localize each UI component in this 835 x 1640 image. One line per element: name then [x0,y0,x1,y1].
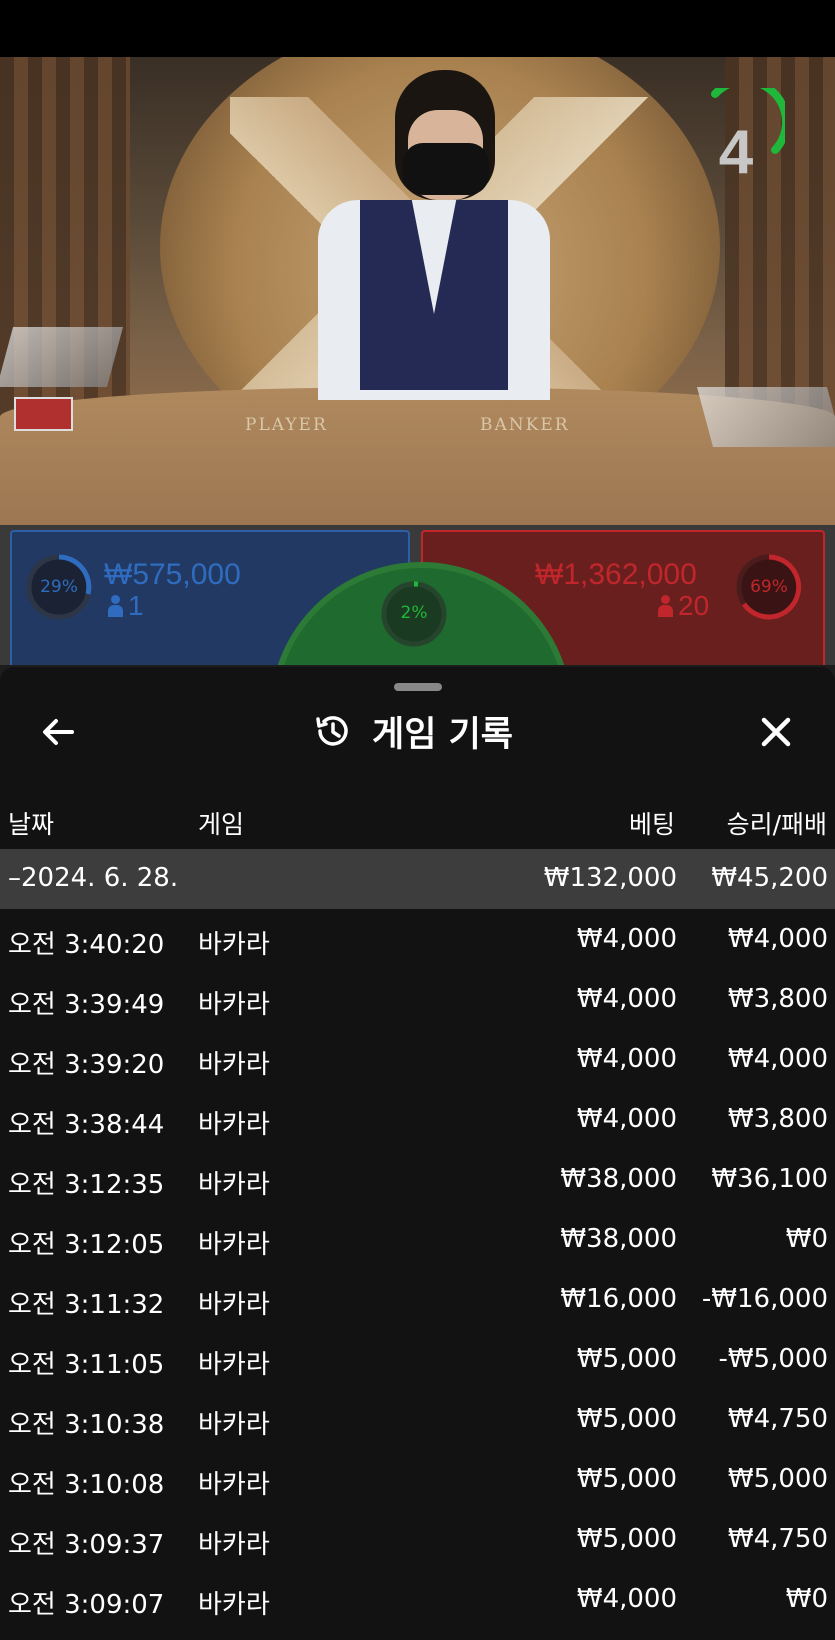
history-row[interactable]: 오전 3:39:49 바카라 ₩4,000 ₩3,800 [0,970,835,1030]
history-row[interactable]: 오전 3:40:20 바카라 ₩4,000 ₩4,000 [0,910,835,970]
column-header-result: 승리/패배 [726,810,827,839]
person-icon [658,595,673,617]
history-row[interactable]: 오전 3:09:37 바카라 ₩5,000 ₩4,750 [0,1510,835,1570]
history-time: 오전 3:38:44 [8,1110,165,1140]
table-label-banker: BANKER [480,415,570,435]
history-game: 바카라 [198,930,270,960]
history-result: ₩4,750 [727,1524,828,1554]
history-time: 오전 3:12:05 [8,1230,165,1260]
column-header-game: 게임 [198,810,245,839]
history-time: 오전 3:39:49 [8,990,165,1020]
history-bet: ₩16,000 [560,1284,677,1314]
history-time: 오전 3:10:38 [8,1410,165,1440]
close-icon[interactable] [756,712,796,752]
player-percent: 29% [40,577,78,597]
history-time: 오전 3:39:20 [8,1050,165,1080]
history-bet: ₩38,000 [560,1164,677,1194]
arrow-left-icon[interactable] [38,712,78,752]
history-game: 바카라 [198,1590,270,1620]
history-result: ₩0 [785,1584,828,1614]
history-time: 오전 3:11:05 [8,1350,165,1380]
history-game: 바카라 [198,1110,270,1140]
history-game: 바카라 [198,1290,270,1320]
history-game: 바카라 [198,1530,270,1560]
sheet-header: 게임 기록 [312,706,513,756]
history-result: ₩4,000 [727,1044,828,1074]
history-row[interactable]: 오전 3:12:05 바카라 ₩38,000 ₩0 [0,1210,835,1270]
history-time: 오전 3:09:07 [8,1590,165,1620]
history-row[interactable]: 오전 3:12:35 바카라 ₩38,000 ₩36,100 [0,1150,835,1210]
history-game: 바카라 [198,1470,270,1500]
countdown-timer: 4 [718,118,754,187]
banker-bettor-count: 20 [658,590,709,622]
history-game: 바카라 [198,1350,270,1380]
sheet-drag-handle[interactable] [394,683,442,691]
history-time: 오전 3:11:32 [8,1290,165,1320]
history-bet: ₩4,000 [576,1104,677,1134]
history-result: ₩4,750 [727,1404,828,1434]
column-header-date: 날짜 [8,810,55,839]
history-row[interactable]: 오전 3:10:08 바카라 ₩5,000 ₩5,000 [0,1450,835,1510]
history-bet: ₩4,000 [576,924,677,954]
history-bet: ₩5,000 [576,1464,677,1494]
history-bet: ₩38,000 [560,1224,677,1254]
history-game: 바카라 [198,1170,270,1200]
history-bet: ₩4,000 [576,1044,677,1074]
history-row[interactable]: 오전 3:10:38 바카라 ₩5,000 ₩4,750 [0,1390,835,1450]
date-group-row[interactable]: –2024. 6. 28. ₩132,000 ₩45,200 [0,849,835,909]
date-group-bet-total: ₩132,000 [543,863,677,893]
tie-percent: 2% [400,603,428,623]
history-row[interactable]: 오전 3:38:44 바카라 ₩4,000 ₩3,800 [0,1090,835,1150]
history-bet: ₩4,000 [576,1584,677,1614]
history-time: 오전 3:10:08 [8,1470,165,1500]
history-row[interactable]: 오전 3:11:05 바카라 ₩5,000 -₩5,000 [0,1330,835,1390]
player-total-amount: ₩575,000 [104,558,241,591]
history-bet: ₩5,000 [576,1524,677,1554]
history-row[interactable]: 오전 3:09:07 바카라 ₩4,000 ₩0 [0,1570,835,1630]
column-header-bet: 베팅 [628,810,675,839]
history-game: 바카라 [198,1230,270,1260]
history-result: ₩4,000 [727,924,828,954]
banker-percent: 69% [750,577,788,597]
history-result: ₩3,800 [727,984,828,1014]
history-result: ₩5,000 [727,1464,828,1494]
person-icon [108,595,123,617]
history-row[interactable]: 오전 3:39:20 바카라 ₩4,000 ₩4,000 [0,1030,835,1090]
history-result: ₩3,800 [727,1104,828,1134]
history-game: 바카라 [198,1050,270,1080]
history-time: 오전 3:40:20 [8,930,165,960]
date-group-result-total: ₩45,200 [711,863,828,893]
history-result: ₩0 [785,1224,828,1254]
history-game: 바카라 [198,1410,270,1440]
banker-total-amount: ₩1,362,000 [535,558,697,591]
sheet-title: 게임 기록 [372,714,513,755]
table-label-player: PLAYER [245,415,328,435]
history-row[interactable]: 오전 3:11:32 바카라 ₩16,000 -₩16,000 [0,1270,835,1330]
status-bar [0,0,835,57]
date-group-label: –2024. 6. 28. [8,863,179,893]
history-time: 오전 3:12:35 [8,1170,165,1200]
history-result: ₩36,100 [711,1164,828,1194]
player-bettor-count: 1 [108,590,144,622]
history-game: 바카라 [198,990,270,1020]
history-result: -₩5,000 [718,1344,828,1374]
history-bet: ₩5,000 [576,1404,677,1434]
history-bet: ₩4,000 [576,984,677,1014]
history-time: 오전 3:09:37 [8,1530,165,1560]
history-result: -₩16,000 [701,1284,828,1314]
history-bet: ₩5,000 [576,1344,677,1374]
history-icon [316,716,348,746]
